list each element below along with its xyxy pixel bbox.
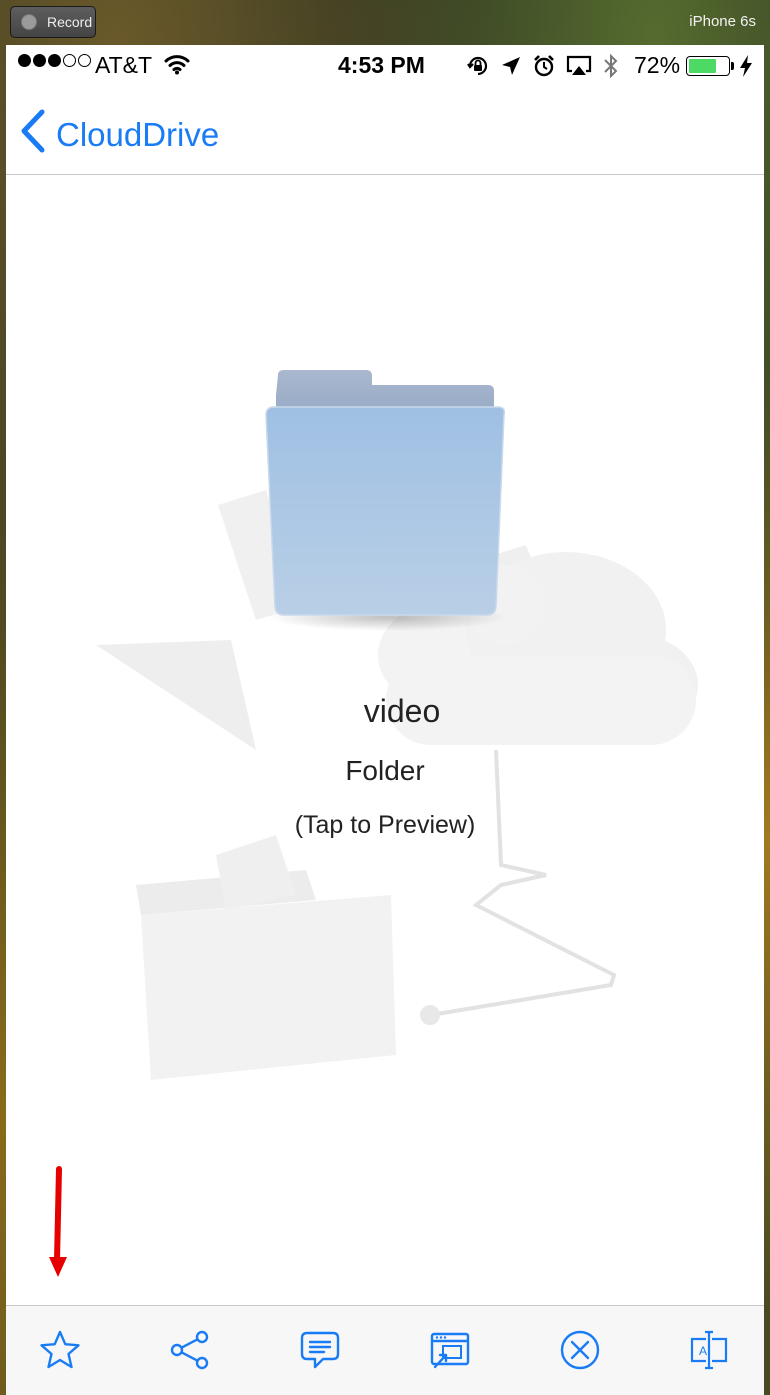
back-button-label: CloudDrive [56,116,220,153]
status-icons [466,53,620,85]
comment-icon [299,1329,341,1376]
airplay-icon [566,55,592,83]
record-button[interactable]: Record [10,6,96,38]
share-button[interactable] [166,1328,214,1376]
share-icon [169,1329,211,1376]
charging-bolt-icon [739,54,753,84]
close-button[interactable] [556,1328,604,1376]
open-in-icon [429,1329,471,1376]
comment-button[interactable] [296,1328,344,1376]
alarm-icon [532,54,556,84]
back-button[interactable]: CloudDrive [20,109,219,161]
status-time: 4:53 PM [338,52,425,78]
tap-to-preview-hint: (Tap to Preview) [294,811,476,839]
star-icon [39,1329,81,1376]
carrier-name: AT&T [95,52,153,78]
chevron-left-icon [20,109,46,161]
phone-screen: AT&T 4:53 PM 72% CloudDrive video Folder… [6,45,764,1395]
battery-level-fill [689,59,717,73]
favorite-button[interactable] [36,1328,84,1376]
file-name: video [363,693,441,729]
wifi-icon [164,53,190,81]
location-icon [500,55,522,83]
navigation-bar: CloudDrive [6,87,764,175]
rotation-lock-icon [466,54,490,84]
rename-button[interactable]: A [686,1328,734,1376]
record-dot-icon [21,14,37,30]
status-bar: AT&T 4:53 PM 72% [6,45,764,87]
signal-strength-icon [18,54,91,67]
device-name: iPhone 6s [689,13,756,30]
svg-text:A: A [699,1344,707,1358]
cloud-drive-illustration [96,370,698,1080]
battery-icon [686,56,730,76]
battery-tip [731,62,734,70]
close-circle-icon [559,1329,601,1376]
battery-percentage: 72% [634,52,681,78]
file-type: Folder [345,755,425,786]
file-preview-area[interactable]: video Folder (Tap to Preview) [6,175,764,1305]
record-button-label: Record [47,14,93,30]
bottom-toolbar: A [6,1305,764,1395]
annotation-arrow-icon [48,1165,68,1288]
open-in-button[interactable] [426,1328,474,1376]
bluetooth-icon [602,53,620,85]
rename-icon: A [688,1329,732,1376]
simulator-title-bar: Record iPhone 6s [0,0,770,45]
